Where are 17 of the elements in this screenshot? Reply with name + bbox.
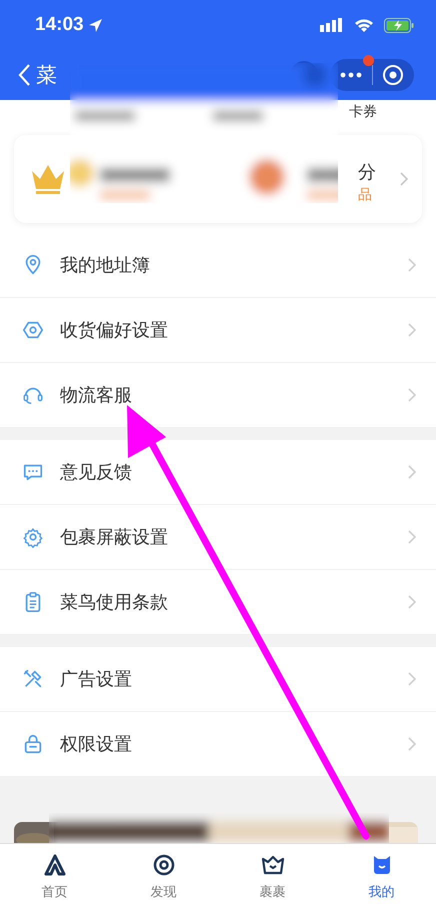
points-title: 分: [358, 161, 376, 184]
points-subtitle: 品: [358, 186, 373, 204]
menu-row[interactable]: 意见反馈: [0, 440, 436, 505]
menu-row[interactable]: 权限设置: [0, 712, 436, 777]
menu-row[interactable]: 菜鸟使用条款: [0, 570, 436, 635]
status-time: 14:03: [35, 14, 84, 36]
menu-row[interactable]: 广告设置: [0, 647, 436, 712]
tab-item[interactable]: 首页: [36, 844, 74, 921]
menu-row[interactable]: 我的地址簿: [0, 233, 436, 298]
page-title: 菜: [36, 62, 57, 89]
menu-row[interactable]: 物流客服: [0, 363, 436, 428]
tab-item[interactable]: 发现: [144, 844, 182, 921]
coupons-label[interactable]: 卡券: [349, 103, 377, 121]
menu-row[interactable]: 收货偏好设置: [0, 298, 436, 363]
menu-row[interactable]: 包裹屏蔽设置: [0, 505, 436, 570]
tab-item[interactable]: 我的: [362, 844, 400, 921]
tab-item[interactable]: 裹裹: [254, 844, 292, 921]
